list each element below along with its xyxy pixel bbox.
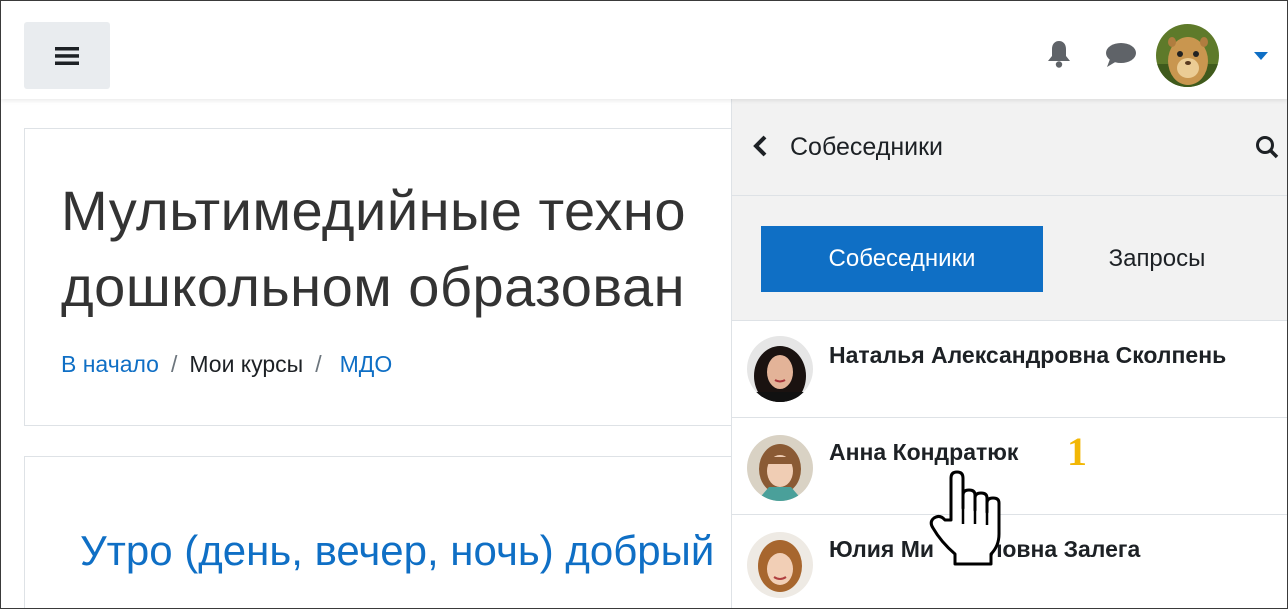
contact-name: Анна Кондратюк: [829, 439, 1019, 465]
breadcrumb-separator: /: [315, 351, 322, 377]
breadcrumb: В начало / Мои курсы / МДО: [61, 351, 392, 378]
contact-photo: [747, 532, 813, 598]
contact-name: Наталья Александровна Сколпень: [829, 342, 1227, 368]
course-title: Мультимедийные техно дошкольном образова…: [61, 173, 686, 325]
drawer-header: Собеседники: [732, 99, 1287, 196]
breadcrumb-my-courses[interactable]: Мои курсы: [189, 351, 303, 377]
gopher-avatar-image: [1156, 24, 1219, 87]
contact-name-end: ловна Залега: [988, 536, 1141, 562]
browser-frame: Мультимедийные техно дошкольном образова…: [0, 0, 1288, 609]
user-avatar[interactable]: [1156, 24, 1219, 87]
navbar: [1, 1, 1287, 99]
contact-avatar: [747, 435, 813, 501]
contact-name-start: Юлия Ми: [829, 536, 935, 562]
user-menu-toggle[interactable]: [1254, 48, 1268, 66]
notifications-button[interactable]: [1045, 39, 1073, 74]
contact-avatar: [747, 336, 813, 402]
search-button[interactable]: [1255, 135, 1279, 164]
menu-button[interactable]: [24, 22, 110, 89]
breadcrumb-separator: /: [170, 351, 178, 377]
back-button[interactable]: [752, 135, 768, 162]
step-number-annotation: 1: [1067, 429, 1087, 474]
breadcrumb-home-link[interactable]: В начало: [61, 351, 159, 377]
messages-button[interactable]: [1104, 41, 1138, 74]
breadcrumb-course-link[interactable]: МДО: [340, 351, 393, 377]
search-icon: [1256, 136, 1279, 159]
contact-avatar: [747, 532, 813, 598]
hamburger-icon: [55, 46, 79, 65]
section-title-link[interactable]: Утро (день, вечер, ночь) добрый: [80, 527, 714, 575]
contact-photo: [747, 336, 813, 402]
course-section-card: Утро (день, вечер, ночь) добрый: [24, 456, 786, 608]
contacts-tabs: Собеседники Запросы: [732, 196, 1287, 321]
course-title-line1: Мультимедийные техно: [61, 179, 686, 242]
caret-down-icon: [1254, 52, 1268, 60]
contact-item[interactable]: Наталья Александровна Сколпень: [732, 321, 1287, 418]
bell-icon: [1048, 41, 1070, 68]
message-drawer: Собеседники Собеседники Запросы Наталья …: [731, 99, 1287, 608]
contact-item[interactable]: Юлия Ми ловна Залега: [732, 515, 1287, 608]
contact-item[interactable]: Анна Кондратюк: [732, 418, 1287, 515]
chevron-left-icon: [753, 135, 767, 157]
course-title-line2: дошкольном образован: [61, 255, 686, 318]
drawer-title: Собеседники: [790, 133, 944, 161]
hand-pointer-cursor: [927, 468, 1007, 573]
tab-contacts[interactable]: Собеседники: [761, 226, 1043, 292]
hand-cursor-icon: [929, 470, 1001, 566]
chat-bubble-icon: [1106, 43, 1136, 67]
course-header-card: Мультимедийные техно дошкольном образова…: [24, 128, 786, 426]
contact-photo: [747, 435, 813, 501]
tab-requests[interactable]: Запросы: [1072, 226, 1242, 292]
